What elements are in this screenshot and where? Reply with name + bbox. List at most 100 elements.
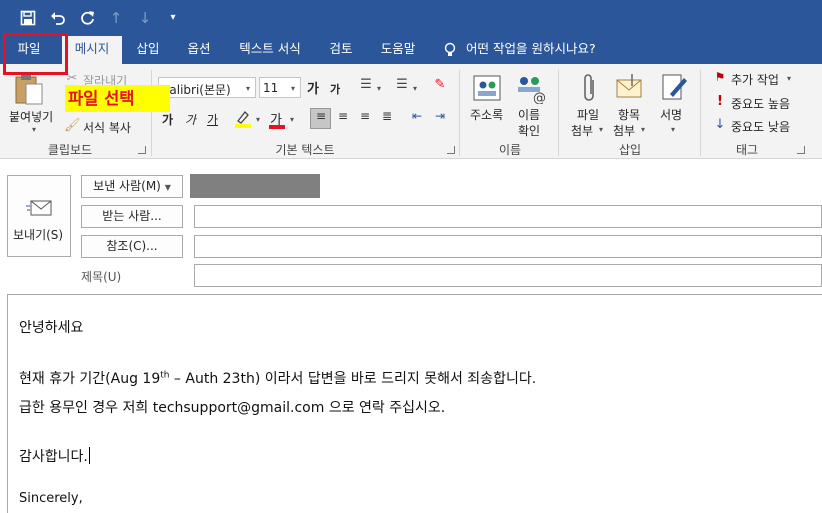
to-field[interactable] <box>194 205 822 228</box>
bold-button[interactable]: 가 <box>162 111 173 128</box>
to-button[interactable]: 받는 사람... <box>81 205 183 228</box>
attach-file-dropdown-icon[interactable]: ▾ <box>599 125 603 134</box>
subject-label: 제목(U) <box>81 270 122 284</box>
font-name-value: Calibri(본문) <box>161 83 231 97</box>
clear-formatting-icon[interactable]: ✎ <box>430 78 450 94</box>
up-arrow-icon[interactable]: ↑ <box>106 8 126 28</box>
attach-item-label-1[interactable]: 항목 <box>618 106 640 123</box>
address-book-label[interactable]: 주소록 <box>470 106 503 123</box>
send-button[interactable]: 보내기(S) <box>7 175 71 257</box>
tab-message[interactable]: 메시지 <box>62 36 122 64</box>
file-tab-highlight <box>3 33 68 75</box>
address-book-icon[interactable] <box>471 72 503 104</box>
align-right-icon[interactable]: ≡ <box>357 110 373 126</box>
customize-icon[interactable]: ▾ <box>163 8 183 28</box>
thanks-text: 감사합니다. <box>19 449 88 465</box>
basic-text-group-label: 기본 텍스트 <box>275 143 335 157</box>
highlight-icon[interactable] <box>234 109 252 129</box>
body-line-2: 급한 용무인 경우 저희 techsupport@gmail.com 으로 연락… <box>19 400 446 416</box>
body-line-1-part-b: – Auth 23th) 이라서 답변을 바로 드리지 못해서 죄송합니다. <box>169 371 537 387</box>
signature-dropdown-icon[interactable]: ▾ <box>671 125 675 134</box>
from-button[interactable]: 보낸 사람(M) ▼ <box>81 175 183 198</box>
font-size-value: 11 <box>263 81 279 95</box>
format-painter-label[interactable]: 서식 복사 <box>83 119 131 136</box>
font-name-select[interactable]: Calibri(본문) ▾ <box>158 77 256 98</box>
increase-indent-icon[interactable]: ⇥ <box>431 110 449 126</box>
shrink-font-button[interactable]: 가 <box>330 81 340 97</box>
tab-format-text[interactable]: 텍스트 서식 <box>231 36 309 64</box>
numbering-dropdown-icon[interactable]: ▾ <box>413 84 417 93</box>
justify-icon[interactable]: ≣ <box>379 110 395 126</box>
group-divider <box>558 70 559 156</box>
signature-label[interactable]: 서명 <box>660 106 682 123</box>
high-importance-icon[interactable]: ! <box>714 95 726 109</box>
ribbon-tabs: 파일 메시지 삽입 옵션 텍스트 서식 검토 도움말 어떤 작업을 원하시나요? <box>0 36 822 64</box>
flag-icon[interactable]: ⚑ <box>714 71 726 85</box>
low-importance-label[interactable]: 중요도 낮음 <box>731 118 790 135</box>
paste-dropdown-icon[interactable]: ▾ <box>32 125 36 134</box>
greeting-text: 안녕하세요 <box>19 320 84 336</box>
paste-label[interactable]: 붙여넣기 <box>9 108 53 125</box>
italic-button[interactable]: 가 <box>185 111 196 128</box>
from-dropdown-icon: ▼ <box>164 183 171 192</box>
decrease-indent-icon[interactable]: ⇤ <box>408 110 426 126</box>
down-arrow-icon[interactable]: ↓ <box>135 8 155 28</box>
low-importance-icon[interactable]: ↓ <box>714 118 726 132</box>
clipboard-launcher-icon[interactable] <box>138 146 146 154</box>
paperclip-icon[interactable] <box>579 72 599 104</box>
tab-insert[interactable]: 삽입 <box>126 36 170 64</box>
body-line-1-part-a: 현재 휴가 기간(Aug 19 <box>19 371 161 387</box>
grow-font-button[interactable]: 가 <box>307 78 319 97</box>
paste-icon[interactable] <box>14 72 44 106</box>
font-dropdown-icon: ▾ <box>246 84 251 93</box>
bullets-icon[interactable]: ☰ <box>356 78 376 94</box>
body-line-1: 현재 휴가 기간(Aug 19th – Auth 23th) 이라서 답변을 바… <box>19 368 536 388</box>
closing-text: Sincerely, <box>19 491 83 506</box>
high-importance-label[interactable]: 중요도 높음 <box>731 95 790 112</box>
envelope-icon <box>26 198 54 218</box>
font-size-select[interactable]: 11 ▾ <box>259 77 301 98</box>
cc-field[interactable] <box>194 235 822 258</box>
undo-icon[interactable] <box>48 8 68 28</box>
font-color-bar <box>269 125 285 129</box>
include-group-label: 삽입 <box>618 143 642 157</box>
format-painter-icon[interactable]: 🖌 <box>64 119 81 135</box>
underline-button[interactable]: 가 <box>207 111 218 128</box>
check-names-label-1[interactable]: 이름 <box>518 106 540 123</box>
highlight-dropdown-icon[interactable]: ▾ <box>256 115 260 124</box>
follow-up-label[interactable]: 추가 작업 <box>731 71 779 88</box>
attach-item-label-2[interactable]: 첨부 <box>613 122 635 139</box>
attach-item-dropdown-icon[interactable]: ▾ <box>641 125 645 134</box>
attach-file-label-1[interactable]: 파일 <box>577 106 599 123</box>
tell-me-search[interactable]: 어떤 작업을 원하시나요? <box>466 36 616 64</box>
size-dropdown-icon: ▾ <box>291 84 296 93</box>
tab-help[interactable]: 도움말 <box>372 36 424 64</box>
annotation-label: 파일 선택 <box>65 85 170 112</box>
svg-text:@: @ <box>533 91 546 104</box>
tags-launcher-icon[interactable] <box>797 146 805 154</box>
title-bar: ↑ ↓ ▾ <box>0 0 822 36</box>
basic-text-launcher-icon[interactable] <box>447 146 455 154</box>
follow-up-dropdown-icon[interactable]: ▾ <box>787 74 791 83</box>
attach-item-icon[interactable] <box>614 72 644 104</box>
check-names-label-2[interactable]: 확인 <box>518 122 540 139</box>
cc-button[interactable]: 참조(C)... <box>81 235 183 258</box>
font-color-dropdown-icon[interactable]: ▾ <box>290 115 294 124</box>
tags-group-label: 태그 <box>735 143 759 157</box>
check-names-icon[interactable]: @ <box>515 72 547 106</box>
numbering-icon[interactable]: ☰ <box>392 78 412 94</box>
group-divider <box>459 70 460 156</box>
tab-review[interactable]: 검토 <box>319 36 363 64</box>
attach-file-label-2[interactable]: 첨부 <box>571 122 593 139</box>
bullets-dropdown-icon[interactable]: ▾ <box>377 84 381 93</box>
tab-options[interactable]: 옵션 <box>177 36 221 64</box>
align-center-icon[interactable]: ≡ <box>335 110 351 126</box>
send-label: 보내기(S) <box>13 228 64 242</box>
redo-icon[interactable] <box>78 8 98 28</box>
signature-icon[interactable] <box>660 72 688 104</box>
subject-field[interactable] <box>194 264 822 287</box>
message-body[interactable]: 안녕하세요 현재 휴가 기간(Aug 19th – Auth 23th) 이라서… <box>7 294 822 513</box>
save-icon[interactable] <box>18 8 38 28</box>
lightbulb-icon[interactable] <box>440 36 460 64</box>
from-label: 보낸 사람(M) <box>93 179 161 193</box>
